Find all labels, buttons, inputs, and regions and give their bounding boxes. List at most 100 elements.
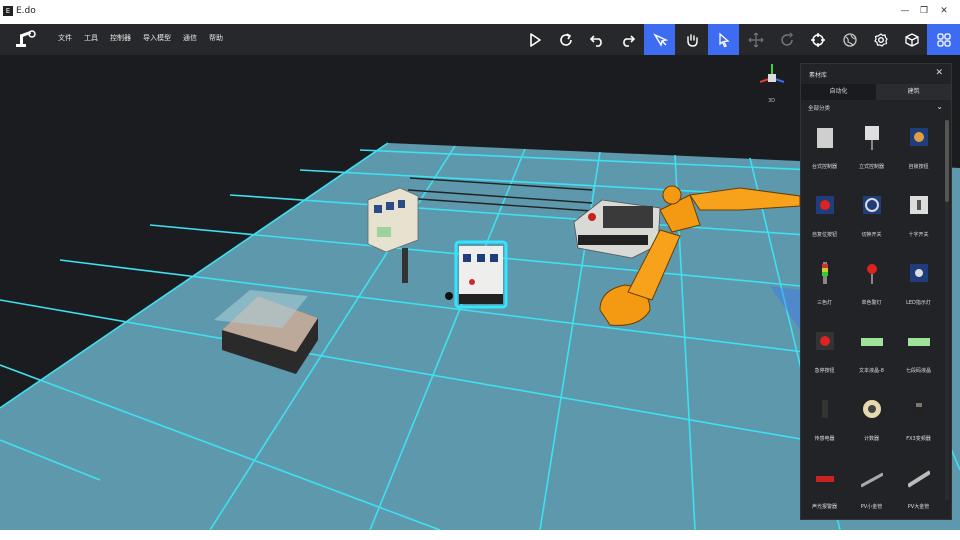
menu-bar: 文件 工具 控制器 导入模型 通信 帮助 xyxy=(58,33,223,43)
counter-icon xyxy=(863,400,881,418)
menu-tools[interactable]: 工具 xyxy=(84,33,98,43)
library-item[interactable]: PV大金管 xyxy=(895,456,942,524)
library-item-label: 自复位按钮 xyxy=(811,232,837,238)
robot-arm-logo-icon xyxy=(16,30,36,47)
select-cursor-button[interactable] xyxy=(708,24,739,55)
menu-help[interactable]: 帮助 xyxy=(209,33,223,43)
rotate-button[interactable] xyxy=(771,24,802,55)
menu-import-model[interactable]: 导入模型 xyxy=(143,33,171,43)
tab-building[interactable]: 建筑 xyxy=(876,84,951,100)
seven-segment-lcd-icon xyxy=(908,338,930,346)
window-title: E.do xyxy=(16,6,36,16)
library-item-label: 文本液晶-8 xyxy=(859,368,884,374)
library-item-label: 切换开关 xyxy=(861,232,882,238)
refresh-button[interactable] xyxy=(550,24,581,55)
library-item-label: 自锁按钮 xyxy=(908,164,929,170)
maximize-button[interactable]: ❐ xyxy=(917,4,931,18)
desktop-controller-model-selected[interactable] xyxy=(454,240,508,309)
target-button[interactable] xyxy=(802,24,833,55)
toggle-switch-icon xyxy=(863,196,881,214)
cube-icon xyxy=(904,32,919,47)
sensor-icon xyxy=(822,400,828,418)
globe-button[interactable] xyxy=(834,24,865,55)
emergency-stop-icon xyxy=(816,332,834,350)
library-item[interactable]: 立式控制器 xyxy=(848,116,895,184)
cross-switch-icon xyxy=(910,196,928,214)
scrollbar-thumb[interactable] xyxy=(945,120,949,202)
pointer-pen-button[interactable] xyxy=(644,24,675,55)
desktop-controller-icon xyxy=(817,128,833,148)
pv-small-tube-icon xyxy=(861,472,883,488)
play-button[interactable] xyxy=(519,24,550,55)
settings-button[interactable] xyxy=(865,24,896,55)
library-panel-title: 素材库 xyxy=(809,72,828,79)
settings-icon xyxy=(873,32,888,47)
library-item-label: 声光报警器 xyxy=(811,504,837,510)
cube-button[interactable] xyxy=(896,24,927,55)
hand-gesture-button[interactable] xyxy=(676,24,707,55)
view-mode-label[interactable]: 3D xyxy=(768,98,775,104)
library-item-label: 十字开关 xyxy=(908,232,929,238)
library-item-label: FX3变频器 xyxy=(906,436,931,442)
redo-button[interactable] xyxy=(612,24,643,55)
library-item[interactable]: 十字开关 xyxy=(895,184,942,252)
library-item[interactable]: 切换开关 xyxy=(848,184,895,252)
reset-button-icon xyxy=(816,196,834,214)
undo-icon xyxy=(589,34,602,47)
library-item[interactable]: PV小金管 xyxy=(848,456,895,524)
library-item[interactable]: 自复位按钮 xyxy=(801,184,848,252)
main-toolbar: 文件 工具 控制器 导入模型 通信 帮助 xyxy=(0,24,960,55)
library-item[interactable]: 单色警灯 xyxy=(848,252,895,320)
standing-controller-icon xyxy=(865,126,879,150)
window-bottom-edge xyxy=(0,530,960,540)
library-item[interactable]: 计数器 xyxy=(848,388,895,456)
library-item-label: 台式控制器 xyxy=(811,164,837,170)
library-item[interactable]: LED指示灯 xyxy=(895,252,942,320)
library-item[interactable]: 自锁按钮 xyxy=(895,116,942,184)
menu-controller[interactable]: 控制器 xyxy=(110,33,131,43)
library-item[interactable]: 三色灯 xyxy=(801,252,848,320)
library-item[interactable]: FX3变频器 xyxy=(895,388,942,456)
category-select[interactable]: 全部分类 ⌄ xyxy=(801,100,951,114)
menu-communication[interactable]: 通信 xyxy=(183,33,197,43)
library-item-label: 计数器 xyxy=(863,436,879,442)
library-item[interactable]: 急停按钮 xyxy=(801,320,848,388)
move-button[interactable] xyxy=(740,24,771,55)
library-item-label: 立式控制器 xyxy=(858,164,884,170)
cursor-icon xyxy=(718,32,730,47)
minimize-button[interactable]: — xyxy=(898,4,912,18)
app-icon: E xyxy=(3,6,13,16)
tab-automation[interactable]: 自动化 xyxy=(801,84,876,100)
close-icon[interactable]: ✕ xyxy=(935,68,943,78)
library-item-grid: 台式控制器 立式控制器 自锁按钮自复位按钮 切换开关 十字开关三色灯 单色警灯 LED指示灯… xyxy=(801,116,943,524)
library-item-label: 急停按钮 xyxy=(814,368,835,374)
library-item[interactable]: 台式控制器 xyxy=(801,116,848,184)
library-panel: 素材库 ✕ 自动化 建筑 全部分类 ⌄ 台式控制器 立式控制器 自锁按钮自复位按钮 切… xyxy=(800,63,952,520)
library-item-label: LED指示灯 xyxy=(906,300,931,306)
undo-button[interactable] xyxy=(581,24,612,55)
close-window-button[interactable]: ✕ xyxy=(937,4,951,18)
library-item-label: PV小金管 xyxy=(860,504,883,510)
warning-light-icon xyxy=(867,264,877,284)
library-item[interactable]: 传感电器 xyxy=(801,388,848,456)
text-lcd-icon xyxy=(861,338,883,346)
category-label: 全部分类 xyxy=(808,106,831,112)
apps-grid-icon xyxy=(936,32,951,47)
apps-grid-button[interactable] xyxy=(927,24,960,55)
library-item-label: 单色警灯 xyxy=(861,300,882,306)
move-icon xyxy=(748,32,763,47)
library-scrollbar[interactable] xyxy=(945,120,949,500)
redo-icon xyxy=(622,34,635,47)
library-item-label: 七段码液晶 xyxy=(905,368,931,374)
mouse-cursor xyxy=(445,292,453,300)
library-item-label: PV大金管 xyxy=(907,504,930,510)
alarm-icon xyxy=(816,476,834,482)
target-icon xyxy=(810,32,825,47)
self-lock-button-icon xyxy=(910,128,928,146)
refresh-icon xyxy=(559,32,572,46)
library-item[interactable]: 文本液晶-8 xyxy=(848,320,895,388)
menu-file[interactable]: 文件 xyxy=(58,33,72,43)
pointer-pen-icon xyxy=(652,32,668,47)
library-item[interactable]: 声光报警器 xyxy=(801,456,848,524)
library-item[interactable]: 七段码液晶 xyxy=(895,320,942,388)
